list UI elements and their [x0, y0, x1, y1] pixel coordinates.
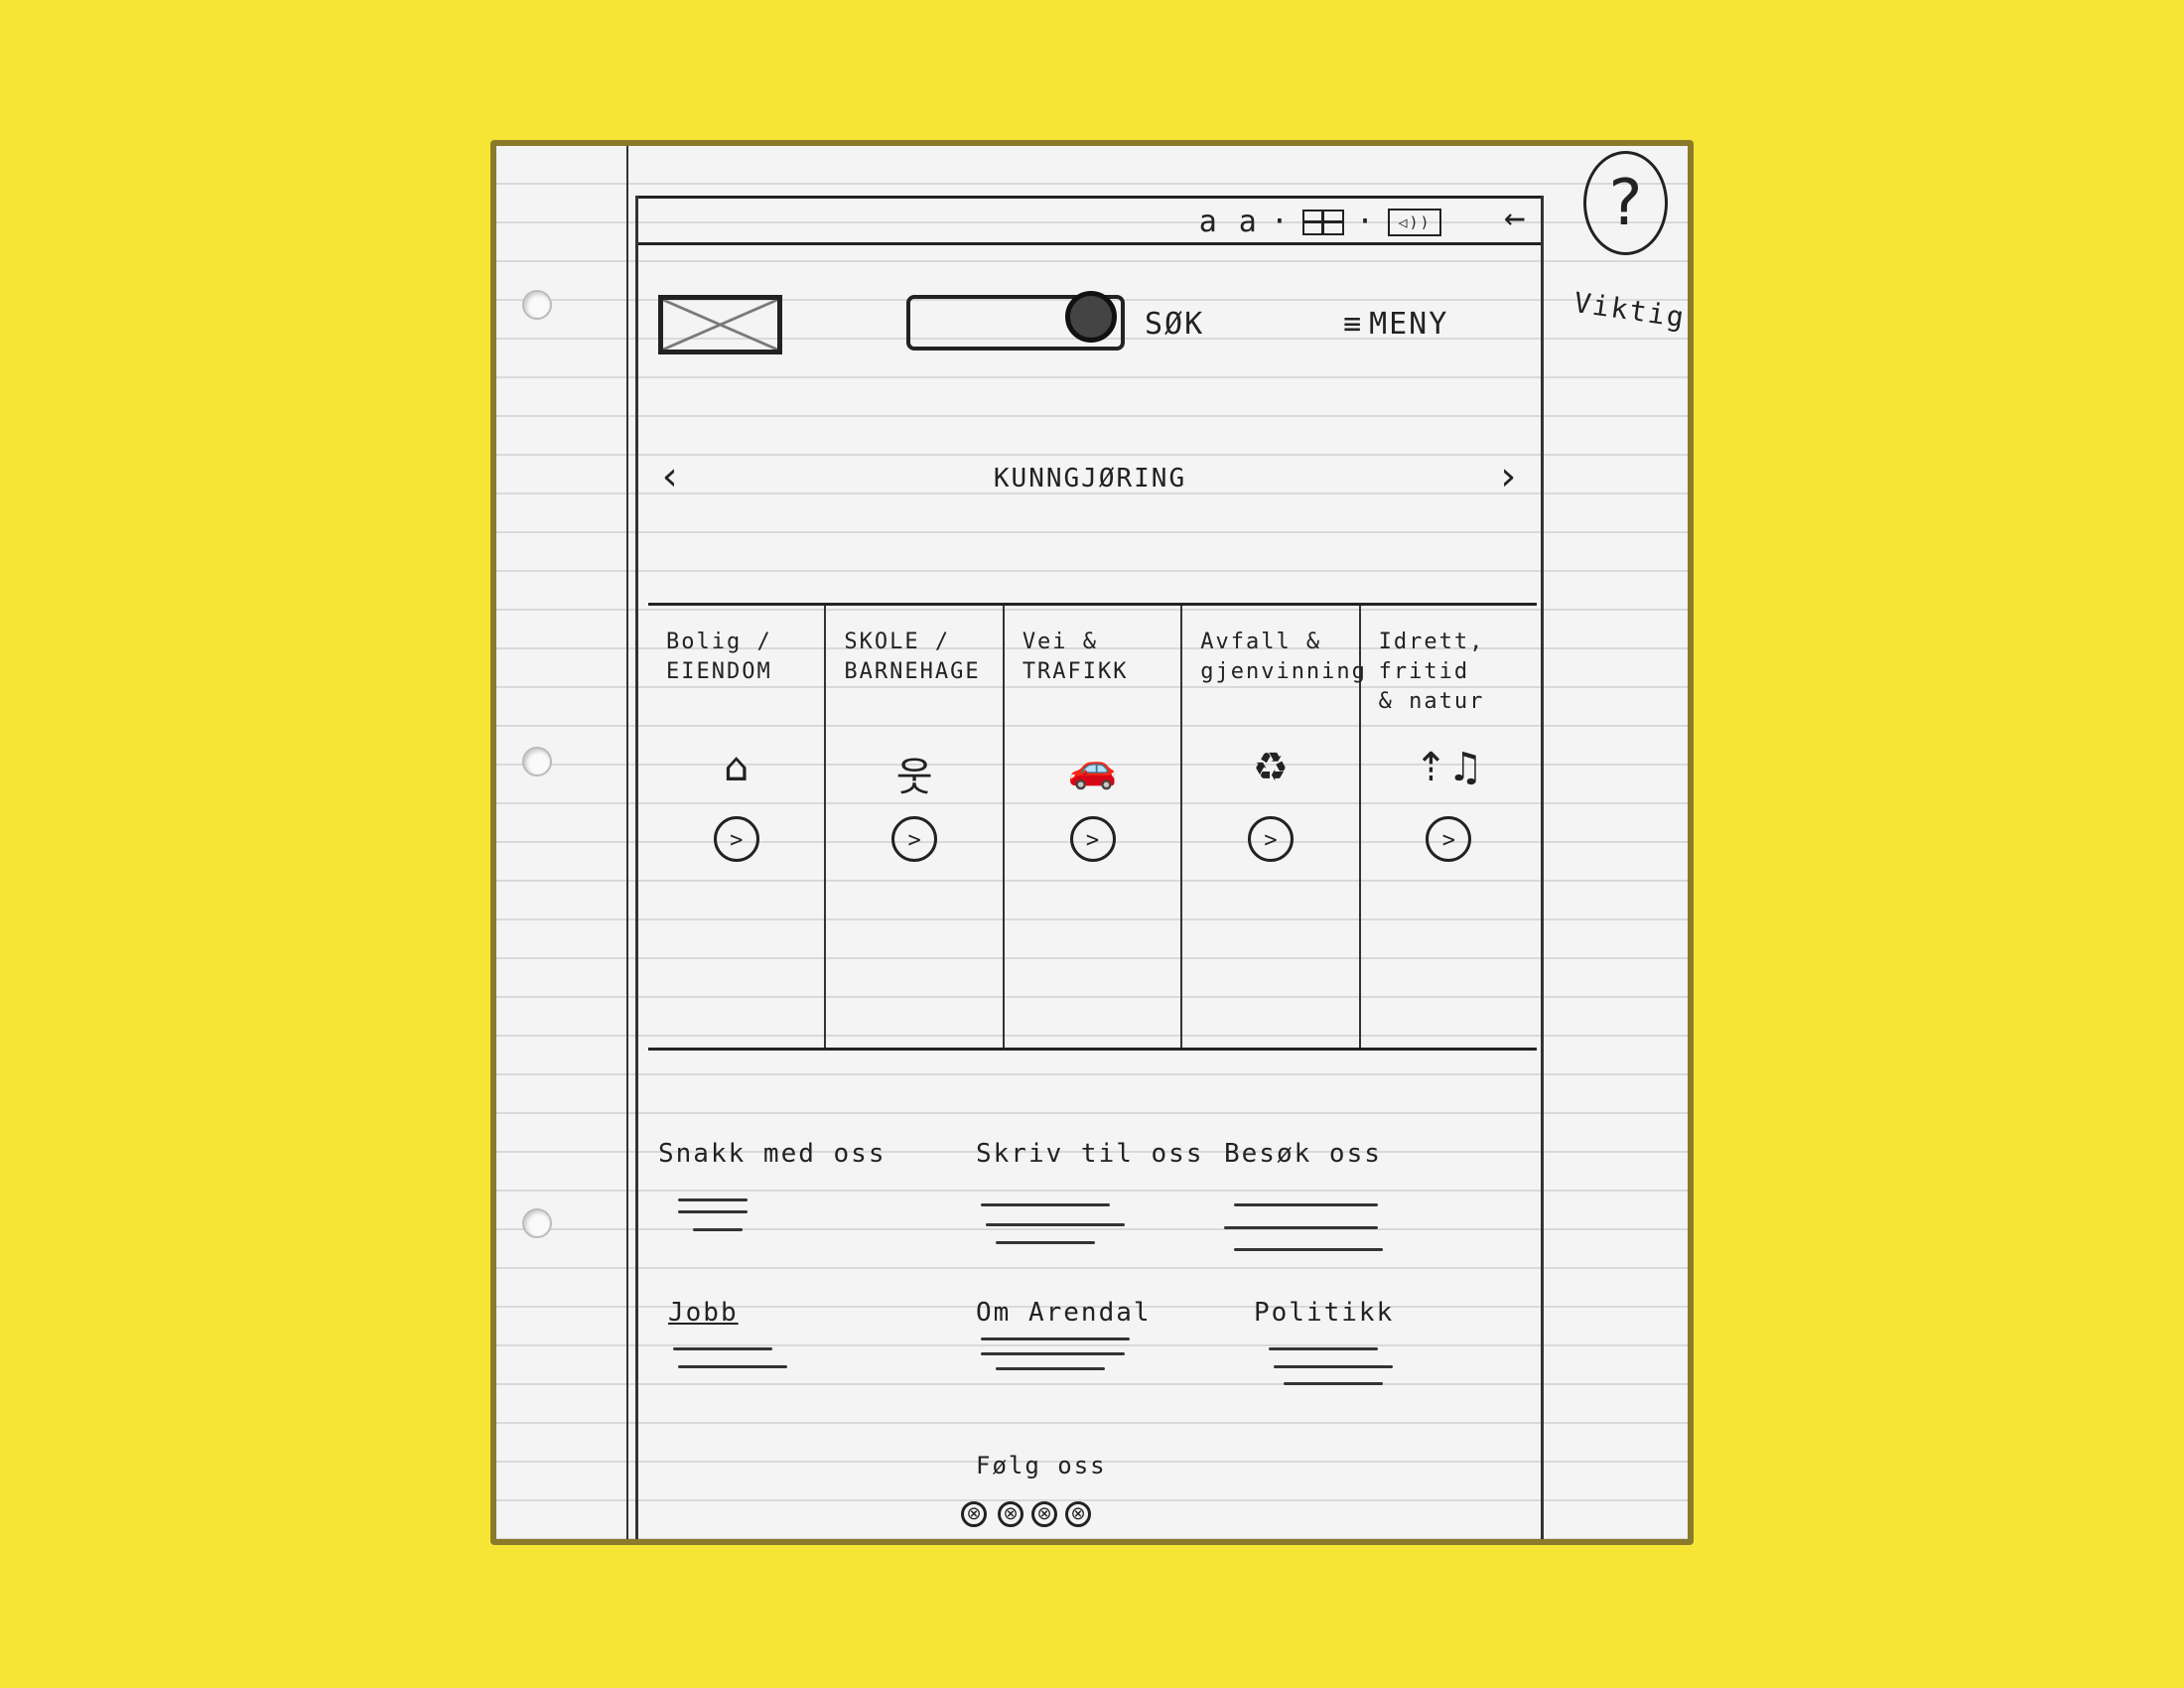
paper-sheet: a a · · ◁)) SØK ≡ MENY ‹ KUNNGJØRING › B…	[490, 140, 1694, 1545]
category-avfall[interactable]: Avfall & gjenvinning ♻ >	[1182, 606, 1365, 1048]
recycle-icon: ♻	[1252, 745, 1289, 790]
speaker-icon[interactable]: ◁))	[1388, 208, 1441, 236]
annotation-note: Viktig?	[1571, 285, 1694, 338]
category-arrow-button[interactable]: >	[1247, 816, 1294, 862]
category-title: Avfall & gjenvinning	[1200, 630, 1367, 684]
category-arrow-button[interactable]: >	[1426, 816, 1472, 862]
footer-visit-link[interactable]: Besøk oss	[1224, 1139, 1382, 1169]
category-title: Bolig / EIENDOM	[666, 630, 772, 684]
logo-placeholder[interactable]	[658, 295, 782, 354]
text-scribble	[996, 1367, 1105, 1370]
category-idrett[interactable]: Idrett, fritid & natur ⇡♫ >	[1361, 606, 1537, 1048]
menu-label: MENY	[1369, 307, 1449, 342]
social-facebook-icon[interactable]: ⊗	[961, 1501, 987, 1527]
category-bolig[interactable]: Bolig / EIENDOM ⌂ >	[648, 606, 827, 1048]
footer-job-link[interactable]: Jobb	[668, 1298, 739, 1328]
category-title: Vei & TRAFIKK	[1022, 630, 1129, 684]
category-arrow-button[interactable]: >	[713, 816, 759, 862]
text-scribble	[673, 1347, 772, 1350]
text-scribble	[1269, 1347, 1378, 1350]
help-question-icon: ?	[1583, 151, 1668, 255]
social-instagram-icon[interactable]: ⊗	[1031, 1501, 1057, 1527]
announcement-text[interactable]: KUNNGJØRING	[658, 464, 1522, 493]
category-arrow-button[interactable]: >	[1069, 816, 1116, 862]
text-scribble	[678, 1365, 787, 1368]
carousel-next-icon[interactable]: ›	[1496, 454, 1522, 499]
follow-us-label: Følg oss	[976, 1452, 1107, 1479]
footer-politics-link[interactable]: Politikk	[1254, 1298, 1394, 1328]
website-sketch: a a · · ◁)) SØK ≡ MENY ‹ KUNNGJØRING › B…	[635, 196, 1544, 1539]
sports-icon: ⇡♫	[1414, 745, 1484, 790]
footer-about-link[interactable]: Om Arendal	[976, 1298, 1152, 1328]
category-grid: Bolig / EIENDOM ⌂ > SKOLE / BARNEHAGE 웃 > …	[648, 603, 1537, 1051]
text-scribble	[1234, 1203, 1378, 1206]
social-twitter-icon[interactable]: ⊗	[998, 1501, 1024, 1527]
text-scribble	[986, 1223, 1125, 1226]
children-icon: 웃	[895, 755, 933, 800]
search-label[interactable]: SØK	[1145, 307, 1204, 342]
punch-hole	[522, 747, 552, 776]
text-scribble	[678, 1198, 748, 1201]
category-arrow-button[interactable]: >	[891, 816, 938, 862]
text-scribble	[1224, 1226, 1378, 1229]
car-icon: 🚗	[1067, 746, 1118, 791]
punch-hole	[522, 1208, 552, 1238]
text-scribble	[1274, 1365, 1393, 1368]
text-scribble	[981, 1337, 1130, 1340]
text-scribble	[1234, 1248, 1383, 1251]
category-vei[interactable]: Vei & TRAFIKK 🚗 >	[1005, 606, 1183, 1048]
footer-chat-link[interactable]: Snakk med oss	[658, 1139, 887, 1169]
punch-hole	[522, 290, 552, 320]
annotation-arrow-icon: ←	[1504, 198, 1528, 238]
announcement-carousel: ‹ KUNNGJØRING ›	[658, 454, 1522, 513]
separator: ·	[1355, 205, 1376, 239]
margin-line	[626, 146, 628, 1539]
utility-bar: a a · · ◁))	[638, 196, 1541, 245]
category-title: Idrett, fritid & natur	[1378, 630, 1485, 714]
house-icon: ⌂	[724, 745, 750, 790]
separator: ·	[1270, 205, 1291, 239]
menu-button[interactable]: ≡ MENY	[1343, 307, 1448, 342]
category-title: SKOLE / BARNEHAGE	[844, 630, 981, 684]
utility-tools: a a · · ◁))	[1199, 205, 1441, 239]
english-flag-icon[interactable]	[1301, 209, 1344, 235]
text-scribble	[1284, 1382, 1383, 1385]
search-icon[interactable]	[1065, 291, 1117, 343]
footer-write-link[interactable]: Skriv til oss	[976, 1139, 1204, 1169]
font-size-toggle[interactable]: a a	[1199, 205, 1259, 239]
text-scribble	[981, 1203, 1110, 1206]
text-scribble	[693, 1228, 743, 1231]
category-skole[interactable]: SKOLE / BARNEHAGE 웃 >	[826, 606, 1005, 1048]
social-youtube-icon[interactable]: ⊗	[1065, 1501, 1091, 1527]
text-scribble	[678, 1210, 748, 1213]
text-scribble	[981, 1352, 1125, 1355]
text-scribble	[996, 1241, 1095, 1244]
menu-icon: ≡	[1343, 307, 1364, 342]
